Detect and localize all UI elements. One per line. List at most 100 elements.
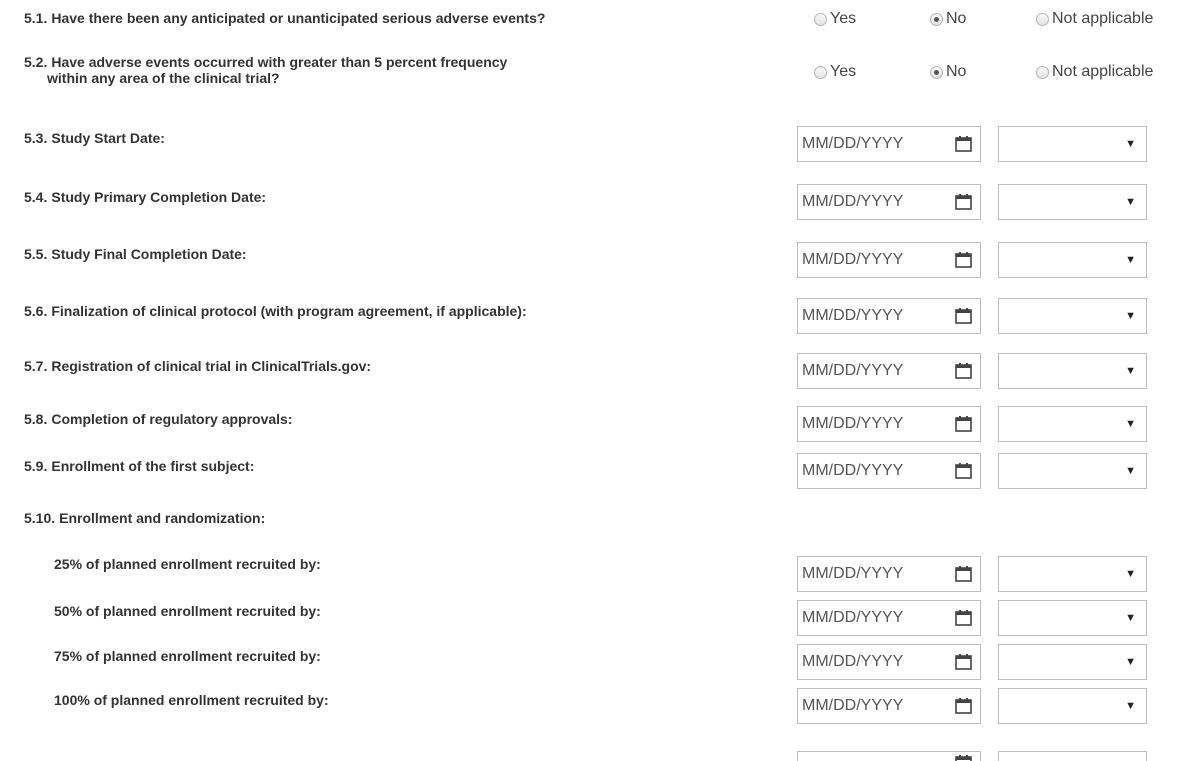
radio-yes-5-2[interactable]: Yes xyxy=(814,62,856,82)
chevron-down-icon[interactable]: ▼ xyxy=(1125,138,1136,150)
enrollment-50-date-field[interactable] xyxy=(797,600,981,636)
date-input[interactable] xyxy=(798,689,952,723)
question-text: Have there been any anticipated or unant… xyxy=(51,10,546,26)
radio-label: No xyxy=(946,10,967,27)
final-completion-status-select[interactable]: ▼ xyxy=(998,242,1147,278)
radio-label: Not applicable xyxy=(1052,63,1154,80)
date-input[interactable] xyxy=(798,557,952,591)
radio-no-5-1[interactable]: No xyxy=(930,9,966,29)
question-text-continued: within any area of the clinical trial? xyxy=(47,70,280,86)
question-5-7: 5.7. Registration of clinical trial in Cl… xyxy=(24,358,371,374)
chevron-down-icon[interactable]: ▼ xyxy=(1125,418,1136,430)
question-5-10: 5.10. Enrollment and randomization: xyxy=(24,510,265,526)
question-text: Registration of clinical trial in Clinic… xyxy=(51,358,372,374)
protocol-finalization-status-select[interactable]: ▼ xyxy=(998,298,1147,334)
question-text: Enrollment and randomization: xyxy=(59,510,266,526)
date-input[interactable] xyxy=(798,407,952,441)
enrollment-100-label: 100% of planned enrollment recruited by: xyxy=(54,692,329,708)
enrollment-25-date-field[interactable] xyxy=(797,556,981,592)
chevron-down-icon[interactable]: ▼ xyxy=(1125,365,1136,377)
chevron-down-icon[interactable]: ▼ xyxy=(1125,196,1136,208)
question-number: 5.10. xyxy=(24,510,56,526)
question-5-8: 5.8. Completion of regulatory approvals: xyxy=(24,411,293,427)
protocol-finalization-date-field[interactable] xyxy=(797,298,981,334)
calendar-icon[interactable] xyxy=(955,462,972,479)
question-number: 5.5. xyxy=(24,246,48,262)
calendar-icon[interactable] xyxy=(955,565,972,582)
question-text: Completion of regulatory approvals: xyxy=(51,411,293,427)
chevron-down-icon[interactable]: ▼ xyxy=(1125,465,1136,477)
enrollment-75-date-field[interactable] xyxy=(797,644,981,680)
question-number: 5.1. xyxy=(24,10,48,26)
chevron-down-icon[interactable]: ▼ xyxy=(1125,254,1136,266)
calendar-icon[interactable] xyxy=(955,697,972,714)
radio-circle-selected[interactable] xyxy=(930,12,943,26)
regulatory-approvals-date-field[interactable] xyxy=(797,406,981,442)
question-number: 5.2. xyxy=(24,54,48,70)
radio-na-5-2[interactable]: Not applicable xyxy=(1036,62,1153,82)
date-input[interactable] xyxy=(798,127,952,161)
date-input[interactable] xyxy=(798,601,952,635)
question-5-4: 5.4. Study Primary Completion Date: xyxy=(24,189,266,205)
study-start-date-field[interactable] xyxy=(797,126,981,162)
calendar-icon[interactable] xyxy=(955,362,972,379)
question-number: 5.8. xyxy=(24,411,48,427)
question-5-2: 5.2. Have adverse events occurred with gr… xyxy=(24,54,507,86)
chevron-down-icon[interactable]: ▼ xyxy=(1125,568,1136,580)
enrollment-75-label: 75% of planned enrollment recruited by: xyxy=(54,648,321,664)
question-text: Study Start Date: xyxy=(51,130,165,146)
first-subject-date-field[interactable] xyxy=(797,453,981,489)
date-input[interactable] xyxy=(798,354,952,388)
primary-completion-status-select[interactable]: ▼ xyxy=(998,184,1147,220)
chevron-down-icon[interactable]: ▼ xyxy=(1125,700,1136,712)
radio-no-5-2[interactable]: No xyxy=(930,62,966,82)
radio-circle[interactable] xyxy=(814,65,827,79)
next-date-field-partial[interactable] xyxy=(797,751,981,761)
radio-na-5-1[interactable]: Not applicable xyxy=(1036,9,1153,29)
date-input[interactable] xyxy=(798,243,952,277)
radio-yes-5-1[interactable]: Yes xyxy=(814,9,856,29)
calendar-icon[interactable] xyxy=(955,307,972,324)
chevron-down-icon[interactable]: ▼ xyxy=(1125,656,1136,668)
question-text: Finalization of clinical protocol (with … xyxy=(51,303,527,319)
enrollment-50-label: 50% of planned enrollment recruited by: xyxy=(54,603,321,619)
question-text: Have adverse events occurred with greate… xyxy=(51,54,508,70)
registration-status-select[interactable]: ▼ xyxy=(998,353,1147,389)
study-start-status-select[interactable]: ▼ xyxy=(998,126,1147,162)
date-input[interactable] xyxy=(798,299,952,333)
calendar-icon[interactable] xyxy=(955,415,972,432)
enrollment-75-status-select[interactable]: ▼ xyxy=(998,644,1147,680)
enrollment-100-date-field[interactable] xyxy=(797,688,981,724)
enrollment-100-status-select[interactable]: ▼ xyxy=(998,688,1147,724)
date-input[interactable] xyxy=(798,185,952,219)
question-number: 5.4. xyxy=(24,189,48,205)
calendar-icon[interactable] xyxy=(955,754,972,761)
radio-circle[interactable] xyxy=(814,12,827,26)
chevron-down-icon[interactable]: ▼ xyxy=(1125,612,1136,624)
regulatory-approvals-status-select[interactable]: ▼ xyxy=(998,406,1147,442)
calendar-icon[interactable] xyxy=(955,251,972,268)
calendar-icon[interactable] xyxy=(955,135,972,152)
enrollment-25-status-select[interactable]: ▼ xyxy=(998,556,1147,592)
calendar-icon[interactable] xyxy=(955,609,972,626)
enrollment-25-label: 25% of planned enrollment recruited by: xyxy=(54,556,321,572)
registration-date-field[interactable] xyxy=(797,353,981,389)
question-5-5: 5.5. Study Final Completion Date: xyxy=(24,246,247,262)
radio-circle-selected[interactable] xyxy=(930,65,943,79)
next-status-select-partial[interactable] xyxy=(998,751,1147,761)
first-subject-status-select[interactable]: ▼ xyxy=(998,453,1147,489)
radio-circle[interactable] xyxy=(1036,12,1049,26)
enrollment-50-status-select[interactable]: ▼ xyxy=(998,600,1147,636)
calendar-icon[interactable] xyxy=(955,653,972,670)
question-5-9: 5.9. Enrollment of the first subject: xyxy=(24,458,254,474)
calendar-icon[interactable] xyxy=(955,193,972,210)
date-input[interactable] xyxy=(798,454,952,488)
radio-circle[interactable] xyxy=(1036,65,1049,79)
date-input[interactable] xyxy=(798,645,952,679)
question-number: 5.3. xyxy=(24,130,48,146)
final-completion-date-field[interactable] xyxy=(797,242,981,278)
chevron-down-icon[interactable]: ▼ xyxy=(1125,310,1136,322)
question-text: Study Final Completion Date: xyxy=(51,246,247,262)
primary-completion-date-field[interactable] xyxy=(797,184,981,220)
question-number: 5.9. xyxy=(24,458,48,474)
